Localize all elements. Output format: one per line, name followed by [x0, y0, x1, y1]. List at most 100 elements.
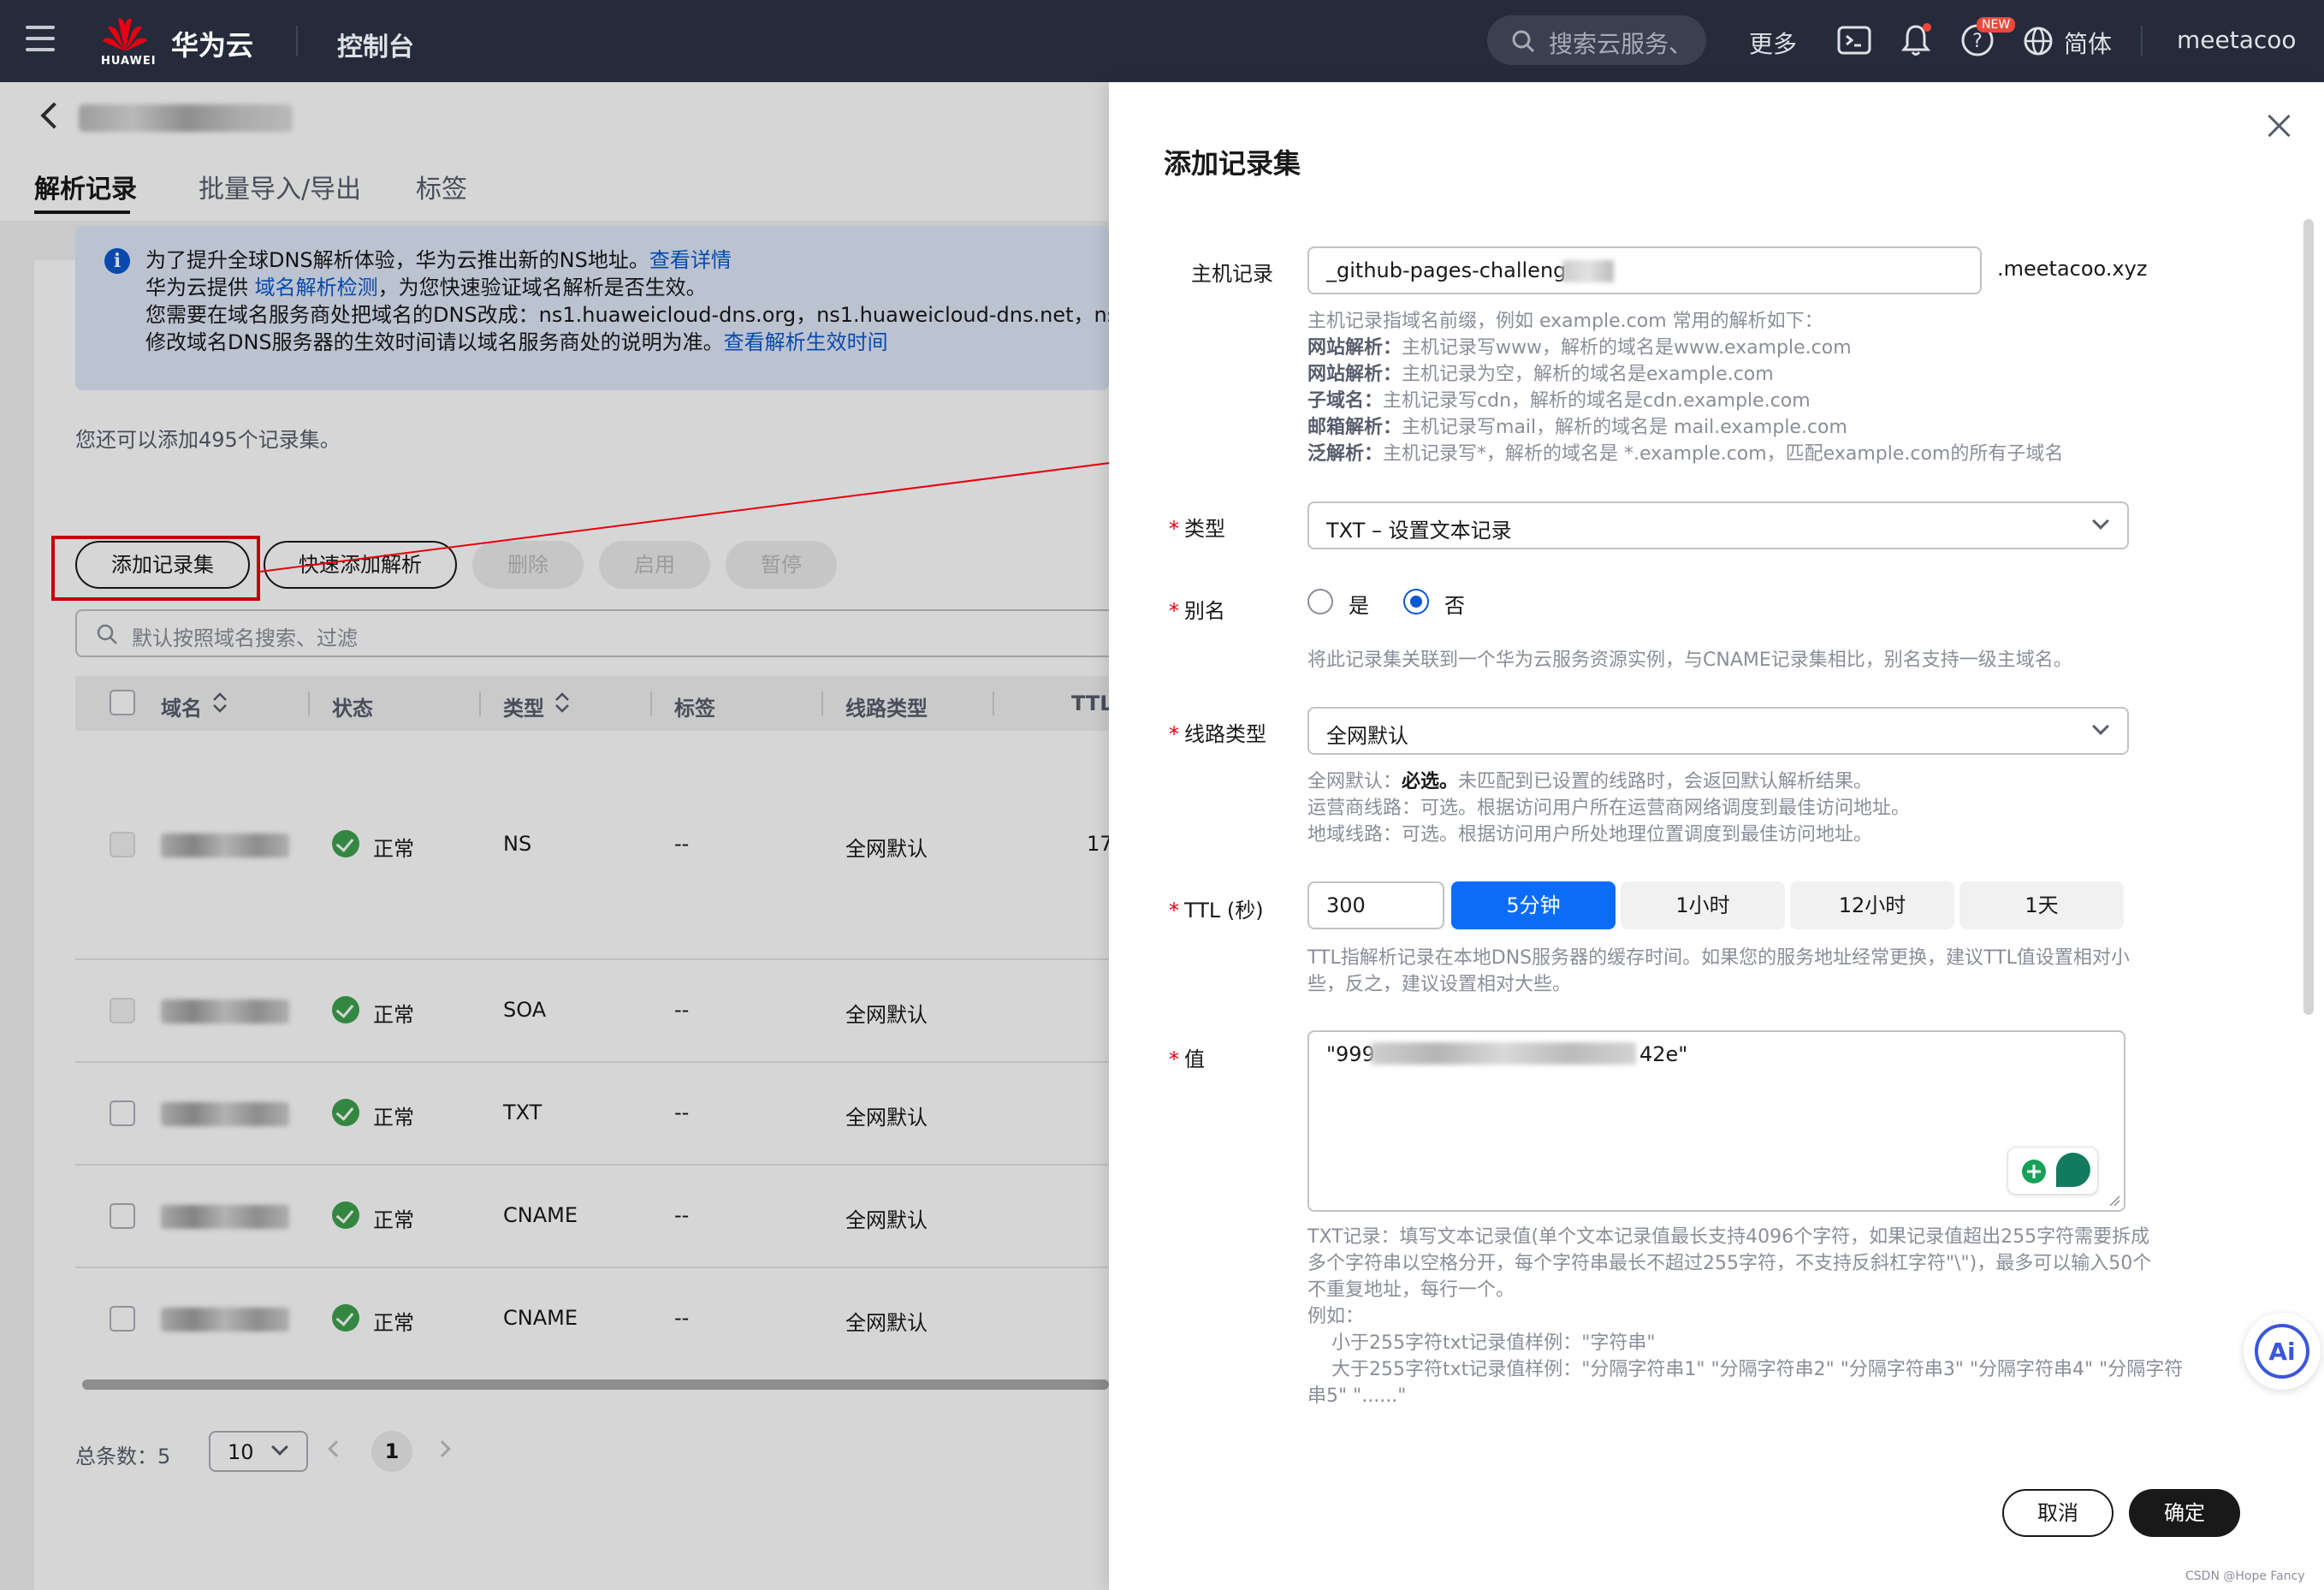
record-value-textarea[interactable]: "999 42e"	[1307, 1030, 2125, 1212]
host-record-input[interactable]: _github-pages-challenge-	[1307, 246, 1982, 294]
line-type-select[interactable]: 全网默认	[1307, 707, 2129, 755]
ttl-hint: TTL指解析记录在本地DNS服务器的缓存时间。如果您的服务地址经常更换，建议TT…	[1307, 945, 2130, 998]
record-tag: --	[674, 998, 690, 1022]
view-details-link[interactable]: 查看详情	[649, 248, 732, 272]
hint-text: 主机记录写*，解析的域名是 *.example.com，匹配example.co…	[1383, 443, 2064, 465]
record-type: NS	[503, 832, 532, 856]
info-icon: i	[104, 248, 130, 274]
required-mark: *	[1169, 517, 1179, 541]
hint-line: 运营商线路：可选。根据访问用户所在运营商网络调度到最佳访问地址。	[1307, 798, 1911, 819]
resize-handle-icon[interactable]	[2108, 1195, 2120, 1207]
alias-no-label[interactable]: 否	[1444, 589, 1465, 619]
column-status: 状态	[332, 697, 373, 721]
ai-assistant-button[interactable]: Ai	[2244, 1313, 2321, 1390]
language-switch[interactable]: 简体	[2064, 26, 2112, 60]
annotation-highlight-box	[51, 536, 260, 601]
hint-line: 不重复地址，每行一个。	[1307, 1279, 1515, 1301]
status-ok-icon	[332, 1201, 359, 1229]
sort-icon[interactable]	[210, 690, 229, 715]
ttl-option-1h[interactable]: 1小时	[1621, 881, 1785, 929]
hamburger-menu-icon[interactable]	[26, 26, 55, 51]
hint-line: 大于255字符txt记录值样例："分隔字符串1" "分隔字符串2" "分隔字符串…	[1307, 1359, 2184, 1380]
column-type[interactable]: 类型	[503, 691, 544, 721]
tab-dns-records[interactable]: 解析记录	[34, 168, 137, 205]
table-row[interactable]: 正常 CNAME -- 全网默认	[75, 1268, 1119, 1371]
dns-check-link[interactable]: 域名解析检测	[255, 276, 378, 300]
column-domain[interactable]: 域名	[161, 691, 202, 721]
alias-yes-label[interactable]: 是	[1349, 589, 1369, 619]
ns-notice-banner: i 为了提升全球DNS解析体验，华为云推出新的NS地址。查看详情 华为云提供 域…	[75, 226, 1193, 390]
globe-icon[interactable]	[2023, 26, 2054, 56]
console-link[interactable]: 控制台	[337, 26, 414, 63]
ttl-option-1d[interactable]: 1天	[1959, 881, 2124, 929]
hint-line: 网站解析：主机记录写www，解析的域名是www.example.com	[1307, 335, 2063, 361]
required-mark: *	[1169, 899, 1179, 923]
page-size-value: 10	[228, 1440, 254, 1464]
notification-bell-icon[interactable]	[1898, 22, 1934, 58]
page-gutter	[0, 260, 34, 1590]
row-checkbox[interactable]	[110, 1203, 135, 1229]
global-search-input[interactable]: 搜索云服务、	[1487, 15, 1706, 65]
back-arrow-icon[interactable]	[40, 102, 68, 129]
tab-tags[interactable]: 标签	[416, 168, 467, 205]
table-row[interactable]: 正常 TXT -- 全网默认	[75, 1063, 1119, 1166]
table-row[interactable]: 正常 NS -- 全网默认 17	[75, 731, 1119, 960]
required-mark: *	[1169, 599, 1179, 623]
column-divider	[479, 691, 481, 715]
hint-bold: 必选。	[1402, 771, 1459, 792]
quick-add-button[interactable]: 快速添加解析	[264, 541, 457, 589]
required-mark: *	[1169, 1047, 1179, 1071]
pause-button[interactable]: 暂停	[726, 541, 837, 589]
line-type-label: * 线路类型	[1169, 717, 1266, 747]
enable-button[interactable]: 启用	[599, 541, 710, 589]
writing-assistant-icon[interactable]	[2007, 1147, 2098, 1195]
hint-text: 未匹配到已设置的线路时，会返回默认解析结果。	[1458, 771, 1873, 792]
type-select[interactable]: TXT – 设置文本记录	[1307, 501, 2129, 549]
page-size-select[interactable]: 10	[209, 1431, 308, 1472]
value-label: * 值	[1169, 1042, 1205, 1072]
cancel-button[interactable]: 取消	[2002, 1489, 2114, 1537]
current-page[interactable]: 1	[371, 1431, 412, 1472]
alias-no-radio[interactable]	[1403, 589, 1429, 614]
record-line: 全网默认	[845, 1003, 928, 1027]
row-checkbox[interactable]	[110, 998, 135, 1023]
hint-line: 多个字符串以空格分开，每个字符串最长不超过255字符，不支持反斜杠字符"\")，…	[1307, 1253, 2152, 1274]
alias-yes-radio[interactable]	[1307, 589, 1333, 614]
record-search-input[interactable]: 默认按照域名搜索、过滤	[75, 609, 1119, 657]
row-checkbox[interactable]	[110, 1306, 135, 1332]
sort-icon[interactable]	[553, 690, 572, 715]
column-ttl: TTL	[1071, 691, 1113, 715]
effective-time-link[interactable]: 查看解析生效时间	[724, 330, 888, 354]
domain-name-blurred	[161, 1102, 289, 1126]
confirm-button[interactable]: 确定	[2129, 1489, 2240, 1537]
cloud-shell-icon[interactable]	[1836, 22, 1872, 58]
select-all-checkbox[interactable]	[110, 690, 135, 715]
label-text: 线路类型	[1184, 722, 1266, 746]
hint-line: TXT记录：填写文本记录值(单个文本记录值最长支持4096个字符，如果记录值超出…	[1307, 1226, 2150, 1248]
ttl-option-12h[interactable]: 12小时	[1790, 881, 1954, 929]
label-text: TTL (秒)	[1184, 899, 1264, 923]
top-navigation-bar: HUAWEI 华为云 控制台 搜索云服务、 更多 ? NEW 简体 meetac…	[0, 0, 2324, 82]
table-row[interactable]: 正常 SOA -- 全网默认	[75, 960, 1119, 1063]
delete-button[interactable]: 删除	[472, 541, 584, 589]
row-checkbox[interactable]	[110, 832, 135, 857]
ttl-option-5min[interactable]: 5分钟	[1451, 881, 1616, 929]
table-row[interactable]: 正常 CNAME -- 全网默认	[75, 1166, 1119, 1268]
brand-name[interactable]: 华为云	[171, 24, 253, 63]
ttl-input[interactable]: 300	[1307, 881, 1444, 929]
column-divider	[650, 691, 652, 715]
close-icon[interactable]	[2264, 111, 2293, 140]
status-text: 正常	[373, 1106, 414, 1130]
column-divider	[308, 691, 310, 715]
record-value-end: 42e"	[1639, 1042, 1688, 1066]
user-account-menu[interactable]: meetacoo	[2177, 26, 2297, 54]
hint-line: 邮箱解析：主机记录写mail，解析的域名是 mail.example.com	[1307, 414, 2063, 441]
more-menu[interactable]: 更多	[1749, 26, 1797, 60]
notice-line-2: 华为云提供 域名解析检测，为您快速验证域名解析是否生效。	[145, 270, 707, 300]
row-checkbox[interactable]	[110, 1101, 135, 1126]
tab-batch-import-export[interactable]: 批量导入/导出	[199, 168, 361, 205]
domain-name-blurred	[161, 834, 289, 857]
blurred-text	[1562, 260, 1614, 282]
drawer-scrollbar[interactable]	[2303, 219, 2314, 1015]
table-horizontal-scrollbar[interactable]	[82, 1379, 1109, 1390]
